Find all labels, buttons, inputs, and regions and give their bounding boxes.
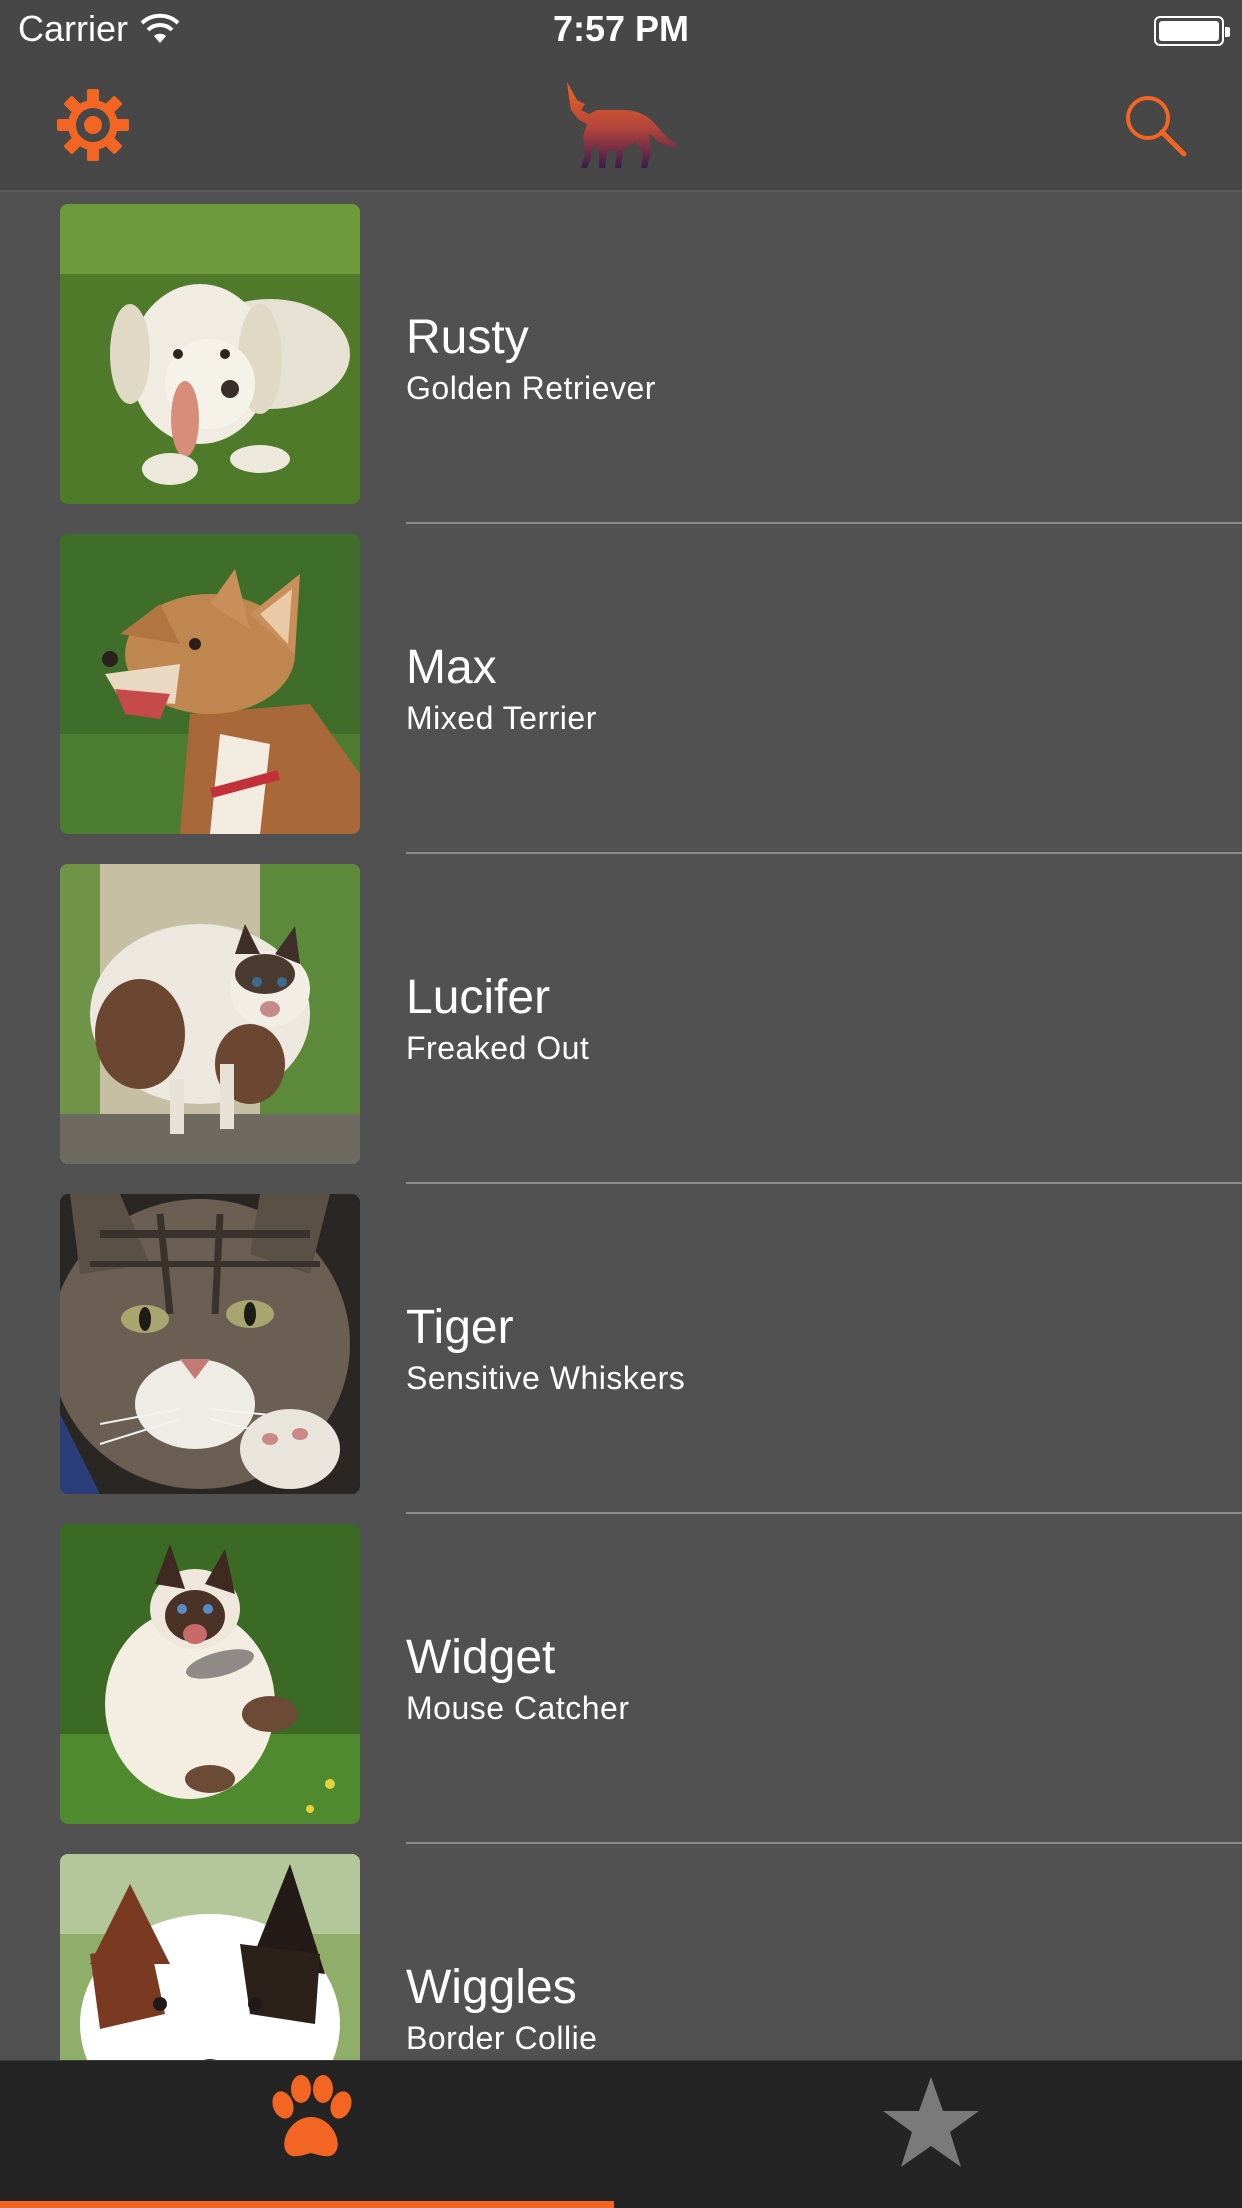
pet-row-wiggles[interactable]: Wiggles Border Collie bbox=[0, 1844, 1242, 2060]
pet-list[interactable]: Rusty Golden Retriever Max Mixed Terrier… bbox=[0, 194, 1242, 2060]
pet-name: Widget bbox=[406, 1631, 556, 1684]
search-icon[interactable] bbox=[1122, 92, 1188, 158]
battery-icon bbox=[1154, 16, 1230, 46]
tabby-cat-photo bbox=[60, 1194, 360, 1494]
star-icon bbox=[883, 2077, 979, 2167]
tab-pets[interactable] bbox=[0, 2061, 621, 2208]
status-time: 7:57 PM bbox=[552, 8, 690, 49]
freaked-out-cat-photo bbox=[60, 864, 360, 1164]
pet-name: Rusty bbox=[406, 311, 529, 364]
pet-description: Mouse Catcher bbox=[406, 1690, 630, 1726]
status-bar: Carrier 7:57 PM bbox=[0, 0, 1242, 62]
pet-description: Mixed Terrier bbox=[406, 700, 597, 736]
pet-row-tiger[interactable]: Tiger Sensitive Whiskers bbox=[0, 1184, 1242, 1514]
pet-description: Sensitive Whiskers bbox=[406, 1360, 686, 1396]
pet-description: Freaked Out bbox=[406, 1030, 590, 1066]
paw-icon bbox=[272, 2075, 352, 2157]
pet-name: Tiger bbox=[406, 1301, 514, 1354]
pet-row-lucifer[interactable]: Lucifer Freaked Out bbox=[0, 854, 1242, 1184]
pet-name: Lucifer bbox=[406, 971, 551, 1024]
border-collie-photo bbox=[60, 1854, 360, 2060]
app-logo bbox=[567, 82, 677, 168]
tab-favorites[interactable] bbox=[621, 2061, 1242, 2208]
pet-name: Max bbox=[406, 641, 497, 694]
siamese-cat-with-mouse-photo bbox=[60, 1524, 360, 1824]
pet-row-max[interactable]: Max Mixed Terrier bbox=[0, 524, 1242, 854]
pet-name: Wiggles bbox=[406, 1961, 577, 2014]
gear-icon[interactable] bbox=[54, 86, 132, 164]
golden-retriever-photo bbox=[60, 204, 360, 504]
selected-tab-indicator bbox=[0, 2201, 614, 2208]
navigation-bar: Carrier 7:57 PM bbox=[0, 0, 1242, 192]
pet-row-rusty[interactable]: Rusty Golden Retriever bbox=[0, 194, 1242, 524]
pet-description: Golden Retriever bbox=[406, 370, 656, 406]
mixed-terrier-photo bbox=[60, 534, 360, 834]
pet-row-widget[interactable]: Widget Mouse Catcher bbox=[0, 1514, 1242, 1844]
pet-description: Border Collie bbox=[406, 2020, 598, 2056]
tab-bar bbox=[0, 2060, 1242, 2208]
